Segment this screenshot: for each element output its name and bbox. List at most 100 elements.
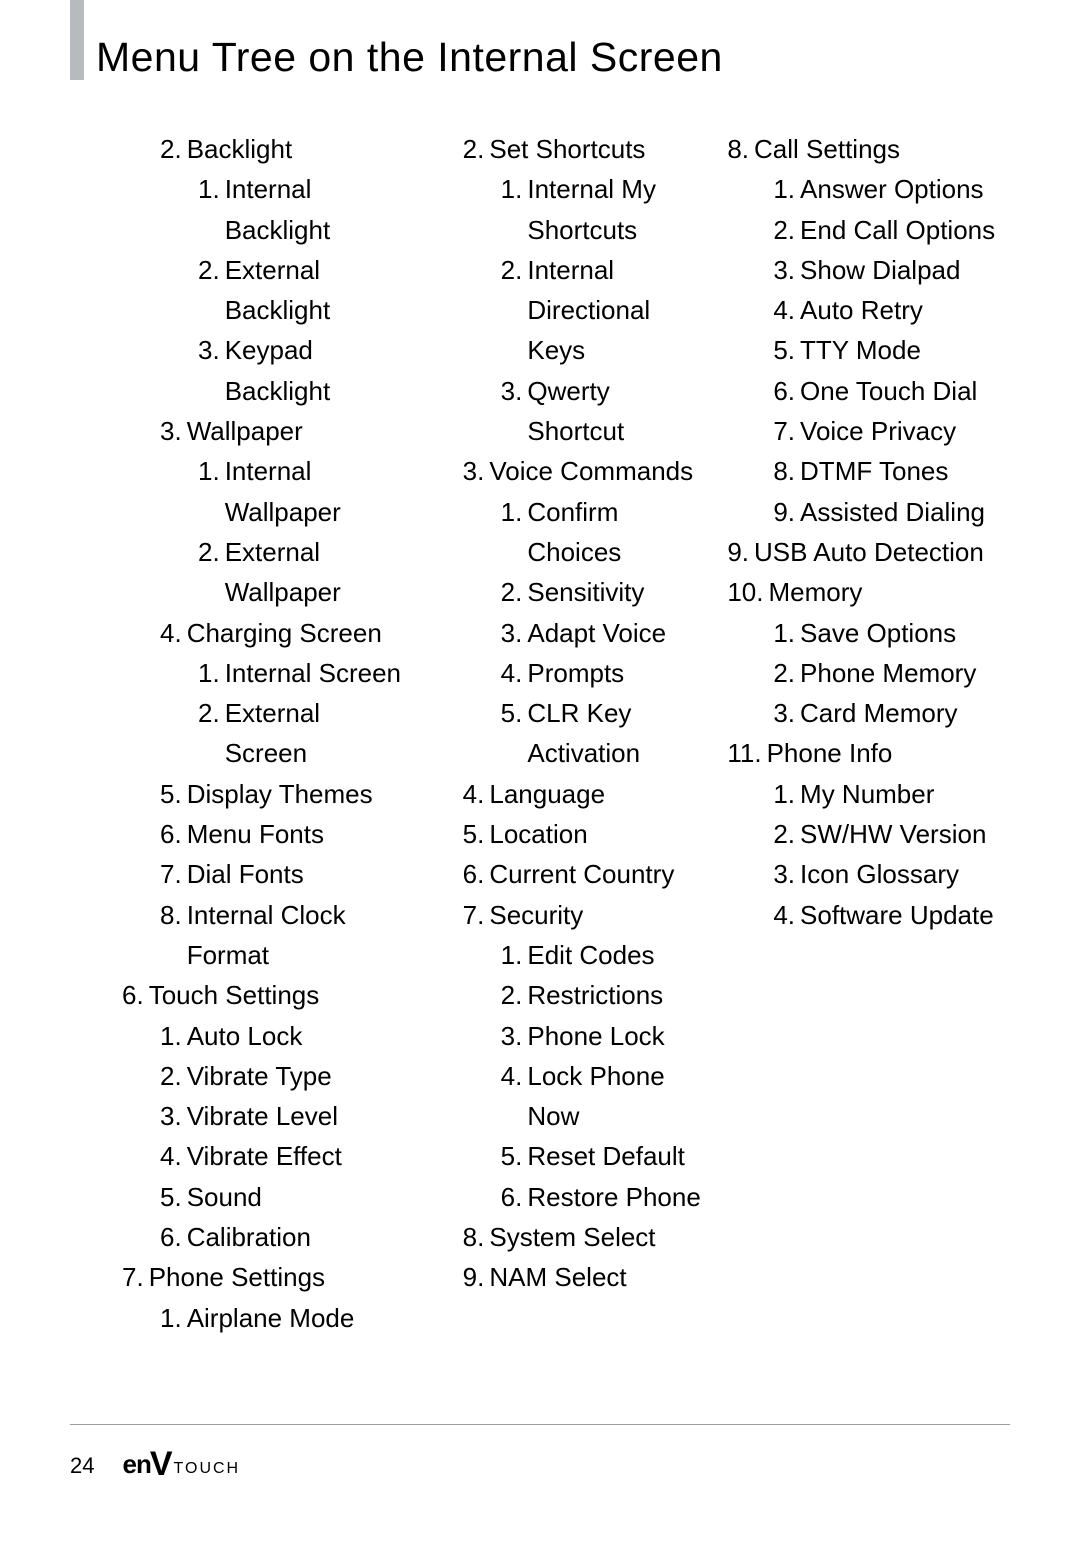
- menu-item: 8.System Select: [425, 1217, 708, 1257]
- menu-item: 1.Answer Options: [727, 169, 1010, 209]
- menu-item-label: Vibrate Type: [187, 1056, 405, 1096]
- menu-item: 2.Backlight: [122, 129, 405, 169]
- menu-item: 3.Card Memory: [727, 693, 1010, 733]
- menu-item: 5.Location: [425, 814, 708, 854]
- menu-item-number: 4.: [501, 653, 523, 693]
- menu-item: 5.Reset Default: [425, 1136, 708, 1176]
- menu-item-number: 10.: [727, 572, 763, 612]
- menu-item-number: 4.: [160, 613, 182, 653]
- title-accent-bar: [70, 0, 84, 80]
- menu-item: 6.One Touch Dial: [727, 371, 1010, 411]
- menu-column-3: 8.Call Settings1.Answer Options2.End Cal…: [717, 129, 1010, 1338]
- menu-item: 7.Voice Privacy: [727, 411, 1010, 451]
- menu-item-label: Wallpaper: [187, 411, 405, 451]
- menu-item-number: 3.: [773, 250, 795, 290]
- menu-item-label: Call Settings: [754, 129, 1010, 169]
- menu-item: 3.Icon Glossary: [727, 854, 1010, 894]
- menu-item-label: One Touch Dial: [800, 371, 1010, 411]
- menu-item: 1.Internal Screen: [122, 653, 405, 693]
- menu-item-label: Icon Glossary: [800, 854, 1010, 894]
- menu-item-label: My Number: [800, 774, 1010, 814]
- menu-item: 4.Auto Retry: [727, 290, 1010, 330]
- menu-item-number: 4.: [501, 1056, 523, 1137]
- menu-item-number: 8.: [463, 1217, 485, 1257]
- menu-item-label: Auto Retry: [800, 290, 1010, 330]
- menu-item-label: Phone Info: [767, 733, 1010, 773]
- menu-item: 8.Internal Clock Format: [122, 895, 405, 976]
- menu-item-label: TTY Mode: [800, 330, 1010, 370]
- menu-item-label: Vibrate Level: [187, 1096, 405, 1136]
- menu-item-number: 2.: [463, 129, 485, 169]
- menu-item: 4.Charging Screen: [122, 613, 405, 653]
- menu-item: 2.Sensitivity: [425, 572, 708, 612]
- menu-column-1: 2.Backlight1.Internal Backlight2.Externa…: [70, 129, 415, 1338]
- menu-item-label: Confirm Choices: [527, 492, 707, 573]
- menu-item-label: Internal Wallpaper: [225, 451, 405, 532]
- menu-item-label: Assisted Dialing: [800, 492, 1010, 532]
- menu-item: 2.External Wallpaper: [122, 532, 405, 613]
- menu-item-number: 3.: [463, 451, 485, 491]
- menu-item-number: 6.: [773, 371, 795, 411]
- menu-item: 2.Internal Directional Keys: [425, 250, 708, 371]
- menu-item-label: Sensitivity: [527, 572, 707, 612]
- menu-item: 2.External Screen: [122, 693, 405, 774]
- menu-item: 4.Language: [425, 774, 708, 814]
- menu-item: 6.Menu Fonts: [122, 814, 405, 854]
- menu-item-number: 6.: [463, 854, 485, 894]
- menu-item-number: 5.: [501, 693, 523, 774]
- menu-item: 1.My Number: [727, 774, 1010, 814]
- menu-item-number: 6.: [160, 1217, 182, 1257]
- menu-item: 1.Internal My Shortcuts: [425, 169, 708, 250]
- menu-item-label: Touch Settings: [149, 975, 405, 1015]
- menu-item-label: SW/HW Version: [800, 814, 1010, 854]
- menu-item: 2.Vibrate Type: [122, 1056, 405, 1096]
- menu-column-2: 2.Set Shortcuts1.Internal My Shortcuts2.…: [415, 129, 718, 1338]
- menu-item-label: Answer Options: [800, 169, 1010, 209]
- menu-item: 1.Airplane Mode: [122, 1298, 405, 1338]
- menu-item-number: 5.: [773, 330, 795, 370]
- menu-item-label: System Select: [489, 1217, 707, 1257]
- menu-item-number: 5.: [160, 1177, 182, 1217]
- menu-item: 3.Show Dialpad: [727, 250, 1010, 290]
- menu-item-number: 3.: [501, 371, 523, 452]
- menu-item-label: DTMF Tones: [800, 451, 1010, 491]
- menu-item-label: Keypad Backlight: [225, 330, 405, 411]
- menu-item: 4.Software Update: [727, 895, 1010, 935]
- menu-item: 9.USB Auto Detection: [727, 532, 1010, 572]
- menu-item: 4.Lock Phone Now: [425, 1056, 708, 1137]
- menu-item-label: Security: [489, 895, 707, 935]
- menu-item-number: 2.: [501, 572, 523, 612]
- menu-item-number: 2.: [198, 250, 220, 331]
- menu-item-number: 2.: [160, 1056, 182, 1096]
- menu-item-number: 3.: [773, 854, 795, 894]
- menu-item-label: Dial Fonts: [187, 854, 405, 894]
- menu-item-number: 1.: [773, 613, 795, 653]
- menu-item: 2.End Call Options: [727, 210, 1010, 250]
- menu-item-number: 1.: [198, 653, 220, 693]
- menu-item-label: Voice Commands: [489, 451, 707, 491]
- menu-item-label: Menu Fonts: [187, 814, 405, 854]
- menu-item: 3.Voice Commands: [425, 451, 708, 491]
- menu-item-number: 1.: [773, 774, 795, 814]
- menu-item-label: Prompts: [527, 653, 707, 693]
- brand-touch: TOUCH: [174, 1460, 241, 1478]
- menu-item: 2.Set Shortcuts: [425, 129, 708, 169]
- menu-item-label: Phone Settings: [149, 1257, 405, 1297]
- menu-item-number: 1.: [160, 1016, 182, 1056]
- menu-item-label: USB Auto Detection: [754, 532, 1010, 572]
- menu-item-number: 3.: [501, 613, 523, 653]
- menu-item-number: 3.: [160, 411, 182, 451]
- menu-item-number: 2.: [773, 210, 795, 250]
- menu-item-label: Sound: [187, 1177, 405, 1217]
- menu-item-number: 6.: [122, 975, 144, 1015]
- menu-item: 2.Phone Memory: [727, 653, 1010, 693]
- menu-item-number: 7.: [463, 895, 485, 935]
- menu-item: 7.Dial Fonts: [122, 854, 405, 894]
- menu-item: 4.Vibrate Effect: [122, 1136, 405, 1176]
- brand-v: V: [150, 1445, 173, 1484]
- menu-item-label: Auto Lock: [187, 1016, 405, 1056]
- menu-item-label: Restrictions: [527, 975, 707, 1015]
- menu-item-number: 8.: [727, 129, 749, 169]
- menu-item-number: 7.: [122, 1257, 144, 1297]
- menu-item-number: 1.: [501, 169, 523, 250]
